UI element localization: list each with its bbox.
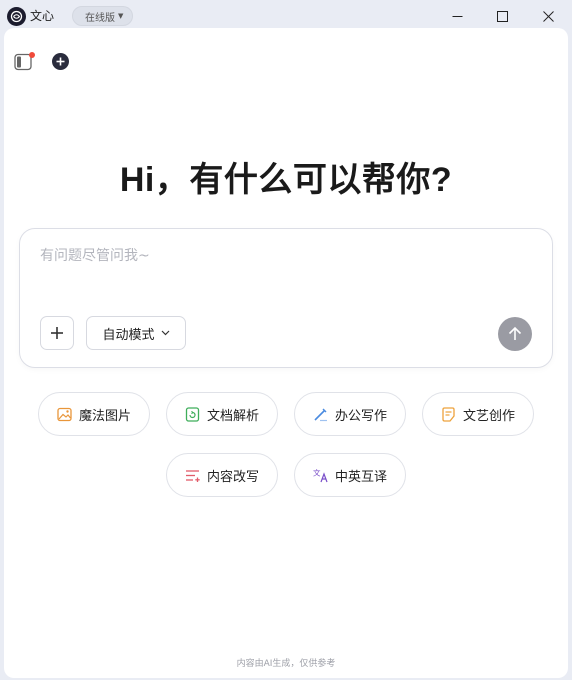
notification-dot xyxy=(29,52,35,58)
send-button[interactable] xyxy=(498,317,532,351)
pen-icon xyxy=(313,406,329,422)
new-chat-button[interactable] xyxy=(52,53,69,70)
ai-disclaimer: 内容由AI生成，仅供参考 xyxy=(236,659,336,669)
quick-action-content-rewrite[interactable]: 内容改写 xyxy=(166,453,278,497)
sidebar-toggle-button[interactable] xyxy=(14,52,35,73)
plus-icon xyxy=(51,327,63,339)
quick-action-office-writing[interactable]: 办公写作 xyxy=(294,392,406,436)
minimize-icon xyxy=(452,15,462,17)
quick-action-translate[interactable]: 文 中英互译 xyxy=(294,453,406,497)
plus-circle-icon xyxy=(56,57,65,66)
chevron-down-icon: ▼ xyxy=(118,12,124,20)
chip-label: 魔法图片 xyxy=(78,408,131,424)
list-edit-icon xyxy=(185,467,201,483)
chip-label: 中英互译 xyxy=(334,469,387,485)
chat-input[interactable] xyxy=(40,245,530,305)
image-icon xyxy=(57,406,73,422)
chip-label: 文艺创作 xyxy=(462,408,515,424)
maximize-icon xyxy=(496,10,508,22)
close-icon xyxy=(542,10,554,22)
edition-label: 在线版 xyxy=(85,12,115,24)
attach-button[interactable] xyxy=(40,316,74,350)
arrow-up-icon xyxy=(508,326,522,340)
quick-action-creative-writing[interactable]: 文艺创作 xyxy=(422,392,534,436)
chip-label: 办公写作 xyxy=(334,408,387,424)
mode-select[interactable]: 自动模式 xyxy=(86,316,186,350)
edition-dropdown[interactable]: 在线版 ▼ xyxy=(72,6,134,26)
translate-icon: 文 xyxy=(313,467,329,483)
note-icon xyxy=(441,406,457,422)
chevron-down-icon xyxy=(161,330,169,336)
greeting-heading: Hi，有什么可以帮你? xyxy=(119,161,453,199)
document-refresh-icon xyxy=(185,406,201,422)
chip-label: 内容改写 xyxy=(206,469,259,485)
chip-label: 文档解析 xyxy=(206,408,259,424)
main-panel: Hi，有什么可以帮你? 自动模式 xyxy=(4,28,568,678)
mode-label: 自动模式 xyxy=(102,327,155,343)
wenxin-logo-icon xyxy=(7,7,26,26)
quick-action-magic-image[interactable]: 魔法图片 xyxy=(38,392,150,436)
app-title: 文心 xyxy=(30,9,55,23)
chat-input-box: 自动模式 xyxy=(19,228,553,368)
svg-text:文: 文 xyxy=(313,468,321,478)
quick-action-doc-parse[interactable]: 文档解析 xyxy=(166,392,278,436)
